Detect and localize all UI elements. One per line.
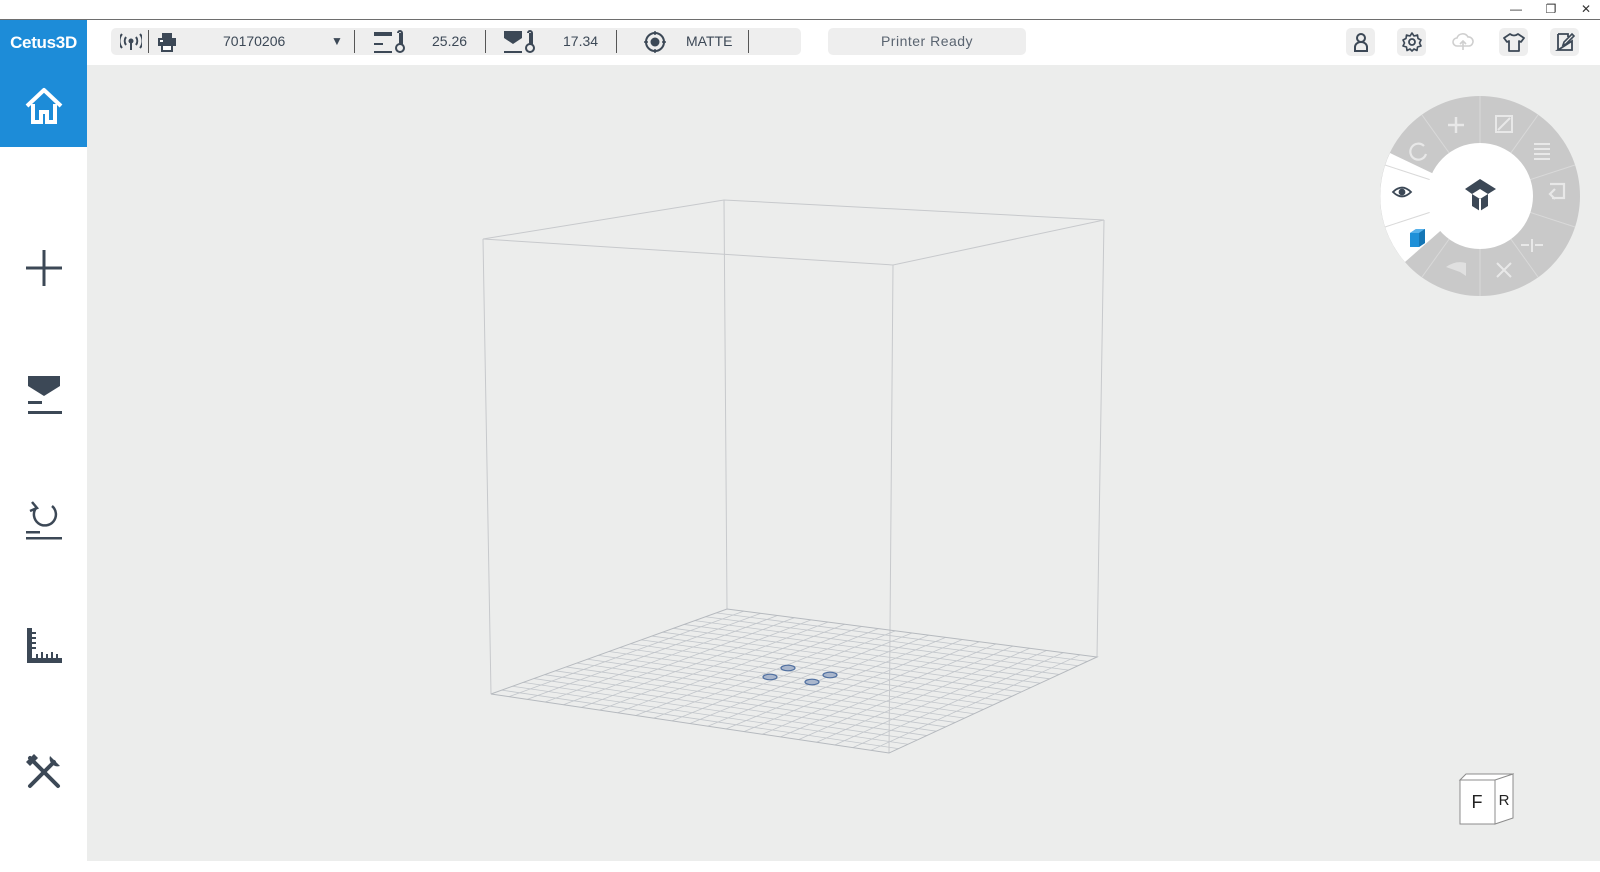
3d-viewport[interactable]: [87, 65, 1600, 861]
window-titlebar: — ❐ ✕: [0, 0, 1600, 20]
tools-icon: [25, 754, 60, 788]
user-icon: [1353, 33, 1368, 52]
connection-icon: [120, 32, 142, 50]
printer-icon: [158, 32, 176, 52]
minimize-button[interactable]: —: [1500, 0, 1532, 18]
build-volume: [482, 199, 1105, 754]
printer-status-badge: Printer Ready: [828, 28, 1026, 55]
platform-temp-icon-wrap: [371, 28, 411, 55]
app-logo: Cetus3D: [0, 20, 87, 65]
view-cube[interactable]: F R: [1455, 770, 1517, 826]
quality-icon-wrap: [641, 28, 669, 55]
add-model-button[interactable]: [0, 223, 87, 313]
nozzle-temperature: 17.34: [563, 33, 599, 49]
nozzle-temp-icon: [504, 29, 535, 53]
quality-icon: [644, 30, 666, 53]
connection-button[interactable]: [117, 28, 145, 55]
tools-button[interactable]: [0, 727, 87, 817]
calibrate-icon: [26, 628, 62, 663]
status-strip: [0, 861, 1600, 872]
maintenance-icon: [25, 501, 62, 540]
cube-icon[interactable]: [1410, 229, 1425, 247]
calibrate-button[interactable]: [0, 601, 87, 691]
maintenance-button[interactable]: [0, 475, 87, 565]
add-icon: [25, 250, 62, 286]
radial-tool-menu[interactable]: [1380, 96, 1580, 296]
print-icon: [27, 376, 62, 414]
shirt-button[interactable]: [1499, 28, 1528, 56]
cloud-button[interactable]: [1448, 28, 1477, 56]
grid-line: [673, 627, 1050, 680]
edit-icon: [1554, 32, 1575, 51]
settings-icon: [1401, 32, 1422, 52]
cube-front-face[interactable]: F: [1472, 792, 1483, 812]
user-button[interactable]: [1346, 28, 1375, 56]
platform-temperature: 25.26: [432, 33, 468, 49]
printer-status-bar: 70170206 ▼ 25.26 17.34 MATTE: [111, 28, 801, 55]
grid-line: [694, 620, 1069, 671]
grid-line: [816, 647, 1030, 743]
build-plate-grid: [501, 610, 1088, 751]
sidebar: Cetus3D: [0, 20, 87, 872]
close-button[interactable]: ✕: [1570, 0, 1600, 18]
app-window: — ❐ ✕ Cetus3D 70170206 ▼ 25.26 17.34 MAT…: [0, 0, 1600, 872]
grid-line: [834, 650, 1047, 746]
printer-id-select[interactable]: 70170206: [223, 28, 285, 55]
grid-line: [705, 616, 1079, 667]
grid-line: [716, 612, 1088, 662]
cloud-icon: [1451, 33, 1474, 50]
edit-button[interactable]: [1550, 28, 1579, 56]
nozzle-temp-icon-wrap: [501, 28, 541, 55]
home-icon: [25, 88, 62, 124]
restore-button[interactable]: ❐: [1535, 0, 1567, 18]
cube-right-face[interactable]: R: [1499, 792, 1510, 809]
platform-temp-icon: [374, 29, 405, 53]
print-button[interactable]: [0, 349, 87, 439]
quality-mode[interactable]: MATTE: [686, 28, 732, 55]
chevron-down-icon[interactable]: ▼: [331, 28, 343, 55]
grid-line: [662, 631, 1041, 684]
home-button[interactable]: [0, 65, 87, 147]
settings-button[interactable]: [1397, 28, 1426, 56]
printer-select-icon-wrap: [153, 28, 181, 55]
grid-line: [684, 624, 1060, 675]
top-toolbar: 70170206 ▼ 25.26 17.34 MATTE Printer Rea…: [87, 20, 1600, 65]
shirt-icon: [1502, 33, 1525, 52]
